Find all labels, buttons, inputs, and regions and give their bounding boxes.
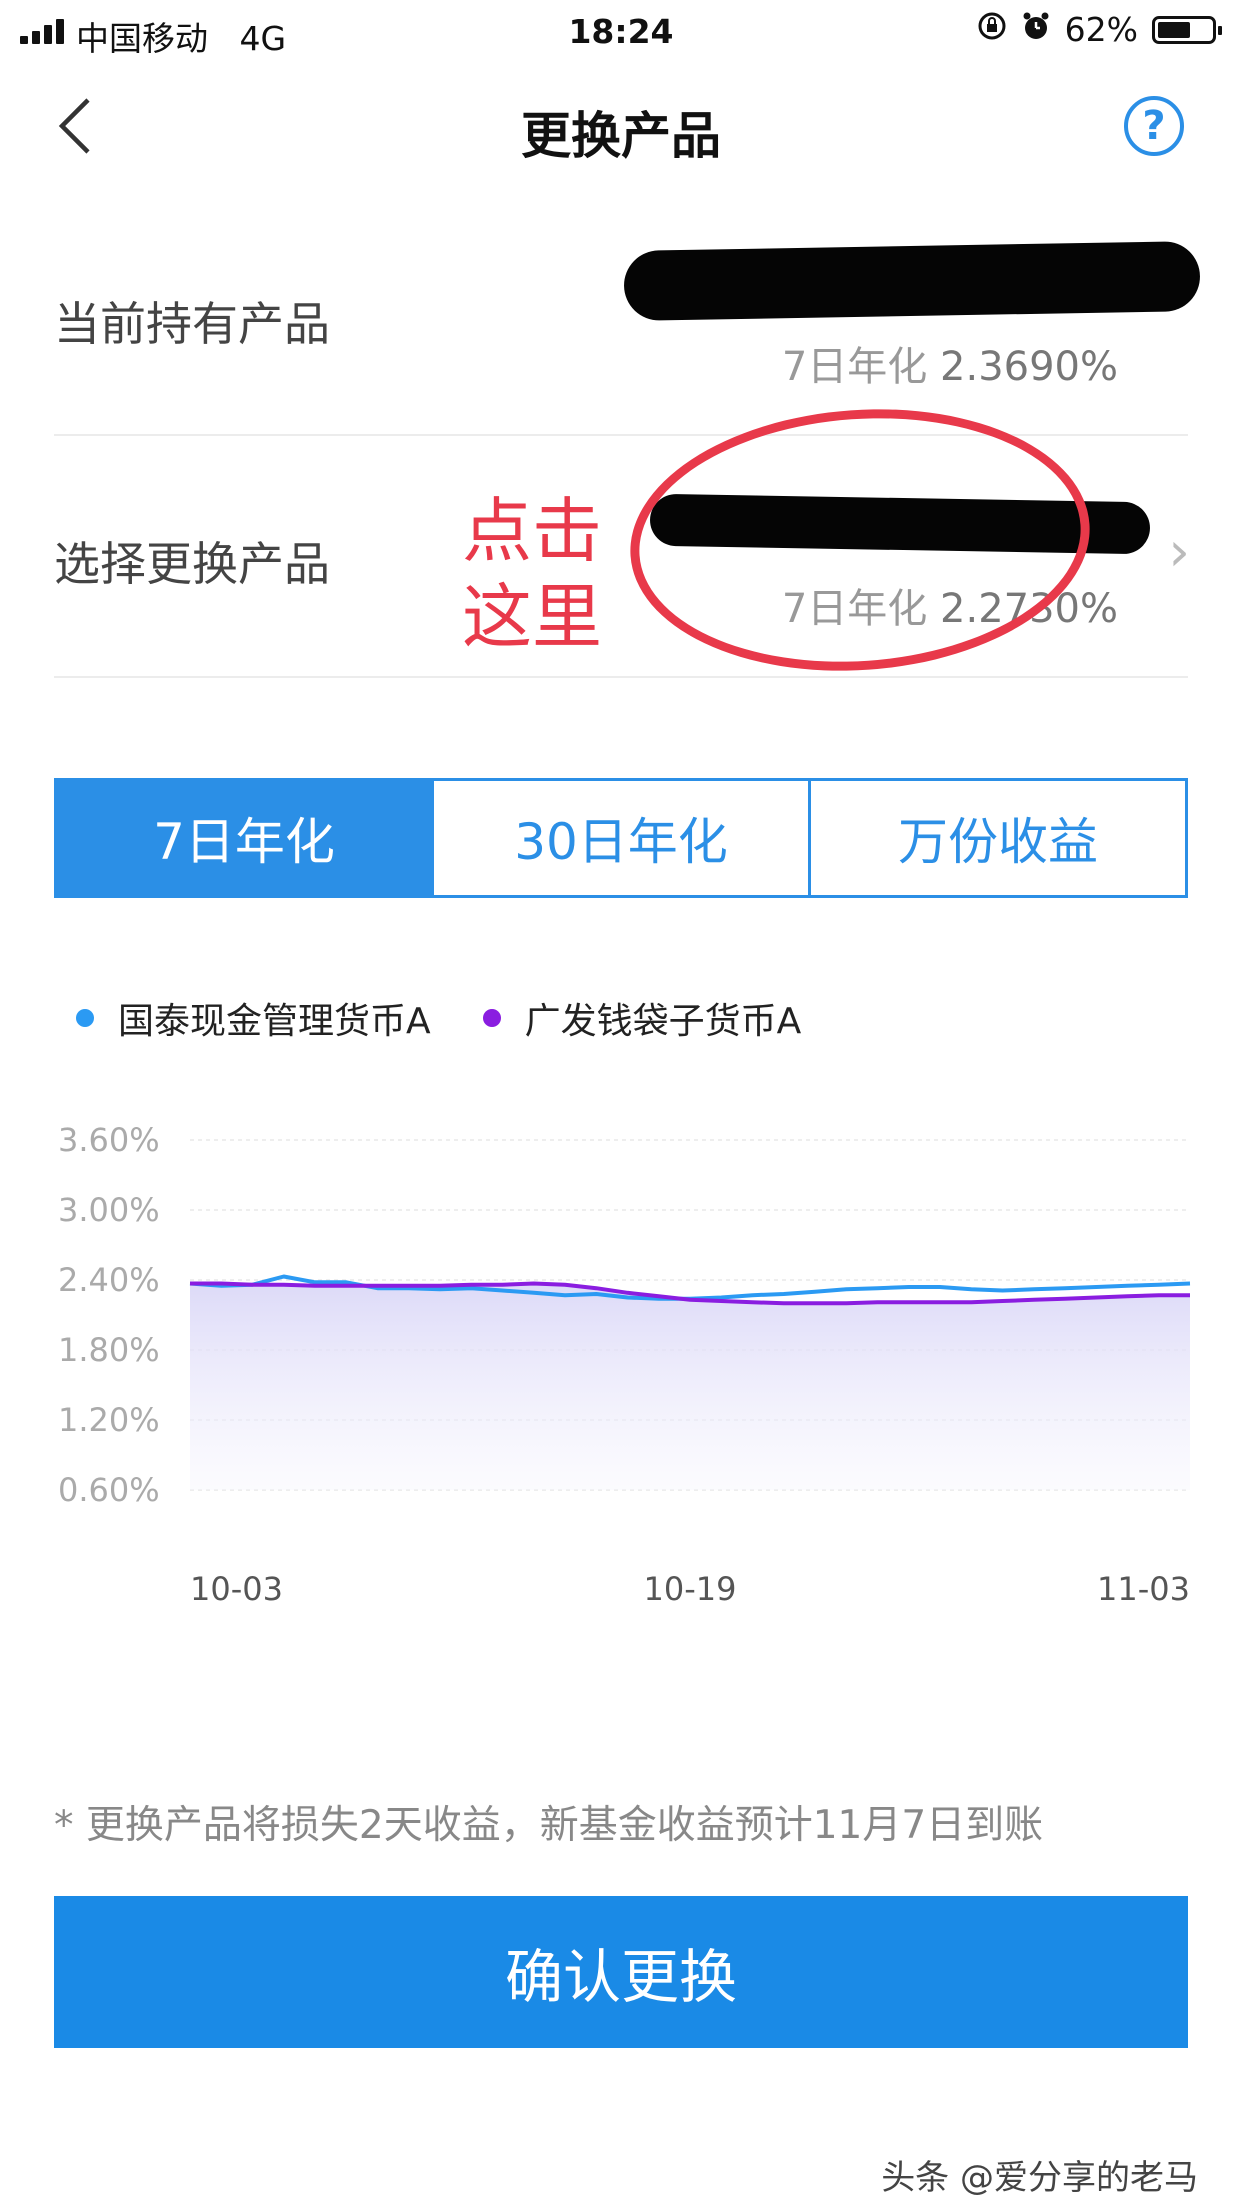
chart-legend: 国泰现金管理货币A 广发钱袋子货币A	[76, 992, 853, 1044]
legend-dot	[76, 1009, 94, 1027]
current-product-label: 当前持有产品	[54, 297, 330, 351]
rotation-lock-icon	[977, 10, 1007, 49]
rate-value: 2.3690%	[940, 344, 1118, 390]
status-right: 62%	[977, 10, 1222, 49]
y-tick-label: 2.40%	[58, 1261, 160, 1299]
battery-percent: 62%	[1064, 10, 1138, 49]
confirm-change-button[interactable]: 确认更换	[54, 1896, 1188, 2048]
chevron-right-icon[interactable]: ›	[1168, 520, 1190, 583]
period-tabs: 7日年化 30日年化 万份收益	[54, 778, 1188, 898]
rate-label: 7日年化	[781, 344, 928, 390]
alarm-icon	[1021, 10, 1051, 49]
y-tick-label: 1.20%	[58, 1401, 160, 1439]
y-tick-label: 3.60%	[58, 1121, 160, 1159]
legend-item: 国泰现金管理货币A	[76, 992, 431, 1044]
help-button[interactable]: ?	[1124, 96, 1184, 156]
redacted-product-name	[623, 240, 1201, 322]
x-tick-label: 10-03	[190, 1570, 283, 1608]
annotation-line-1: 点击	[462, 490, 602, 572]
y-tick-label: 1.80%	[58, 1331, 160, 1369]
status-bar: 中国移动 4G 18:24 62%	[0, 0, 1242, 62]
page-title: 更换产品	[521, 107, 721, 165]
annotation-line-2: 这里	[462, 576, 602, 658]
tab-30day-yield[interactable]: 30日年化	[434, 781, 811, 895]
select-product-label: 选择更换产品	[54, 537, 330, 591]
transfer-note: * 更换产品将损失2天收益，新基金收益预计11月7日到账	[54, 1803, 1044, 1848]
tab-7day-yield[interactable]: 7日年化	[57, 781, 434, 895]
legend-label: 国泰现金管理货币A	[118, 1001, 431, 1042]
series-area	[190, 1283, 1190, 1490]
annotation-text: 点击 这里	[462, 488, 602, 660]
tab-per-10k-yield[interactable]: 万份收益	[811, 781, 1185, 895]
battery-icon	[1152, 15, 1222, 44]
question-icon: ?	[1142, 103, 1166, 149]
yield-chart: 3.60% 3.00% 2.40% 1.80% 1.20% 0.60% 10-03 10-1…	[58, 1121, 1191, 1608]
x-tick-label: 10-19	[644, 1570, 737, 1608]
y-tick-label: 3.00%	[58, 1191, 160, 1229]
current-product-rate: 7日年化 2.3690%	[782, 334, 1118, 392]
y-tick-label: 0.60%	[58, 1471, 160, 1509]
watermark: 头条 @爱分享的老马	[881, 2158, 1198, 2198]
legend-item: 广发钱袋子货币A	[482, 992, 802, 1044]
legend-dot	[482, 1009, 501, 1027]
x-tick-label: 11-03	[1097, 1570, 1190, 1608]
divider	[54, 676, 1188, 678]
legend-label: 广发钱袋子货币A	[524, 1001, 802, 1042]
